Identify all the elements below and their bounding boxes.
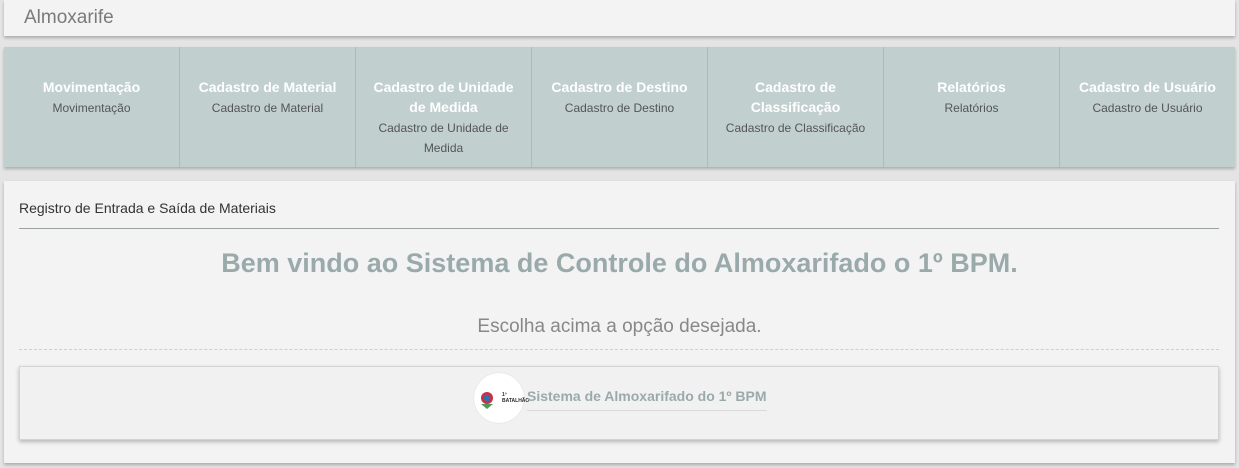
nav-item-subtitle: Cadastro de Material <box>211 101 324 115</box>
nav-item-subtitle: Relatórios <box>944 101 999 115</box>
battalion-logo: 1º BATALHÃO <box>474 373 530 423</box>
dashed-divider <box>19 349 1219 350</box>
footer-text: Sistema de Almoxarifado do 1º BPM <box>527 388 767 404</box>
nav-item-subtitle: Movimentação <box>52 101 131 115</box>
nav-item-cadastro-classificacao[interactable]: Cadastro de Classificação Cadastro de Cl… <box>708 47 884 167</box>
nav-item-title: Cadastro de Destino <box>551 79 688 95</box>
logo-caption: 1º BATALHÃO <box>502 392 530 404</box>
nav-item-cadastro-destino[interactable]: Cadastro de Destino Cadastro de Destino <box>532 47 708 167</box>
footer-card: 1º BATALHÃO Sistema de Almoxarifado do 1… <box>19 366 1219 440</box>
nav-item-subtitle: Cadastro de Unidade de Medida <box>378 121 509 155</box>
app-brand[interactable]: Almoxarife <box>24 7 114 29</box>
nav-item-title: Cadastro de Material <box>198 79 337 95</box>
panel-title: Registro de Entrada e Saída de Materiais <box>19 200 276 216</box>
nav-item-relatorios[interactable]: Relatórios Relatórios <box>884 47 1060 167</box>
nav-item-title: Cadastro de Classificação <box>750 79 841 115</box>
nav-item-title: Relatórios <box>937 79 1006 95</box>
top-bar: Almoxarife <box>4 0 1235 36</box>
nav-item-cadastro-usuario[interactable]: Cadastro de Usuário Cadastro de Usuário <box>1060 47 1235 167</box>
main-panel: Registro de Entrada e Saída de Materiais… <box>4 181 1235 463</box>
nav-item-title: Cadastro de Unidade de Medida <box>373 79 514 115</box>
nav-item-cadastro-unidade-medida[interactable]: Cadastro de Unidade de Medida Cadastro d… <box>356 47 532 167</box>
footer-underline <box>527 410 767 411</box>
nav-item-subtitle: Cadastro de Classificação <box>725 121 866 135</box>
divider <box>19 228 1219 229</box>
main-nav: Movimentação Movimentação Cadastro de Ma… <box>4 47 1235 167</box>
nav-item-title: Cadastro de Usuário <box>1079 79 1216 95</box>
nav-item-subtitle: Cadastro de Destino <box>564 101 675 115</box>
nav-item-title: Movimentação <box>42 79 141 95</box>
instruction-text: Escolha acima a opção desejada. <box>477 316 762 337</box>
nav-item-subtitle: Cadastro de Usuário <box>1092 101 1203 115</box>
nav-item-cadastro-material[interactable]: Cadastro de Material Cadastro de Materia… <box>180 47 356 167</box>
nav-item-movimentacao[interactable]: Movimentação Movimentação <box>4 47 180 167</box>
welcome-heading: Bem vindo ao Sistema de Controle do Almo… <box>221 248 1018 278</box>
